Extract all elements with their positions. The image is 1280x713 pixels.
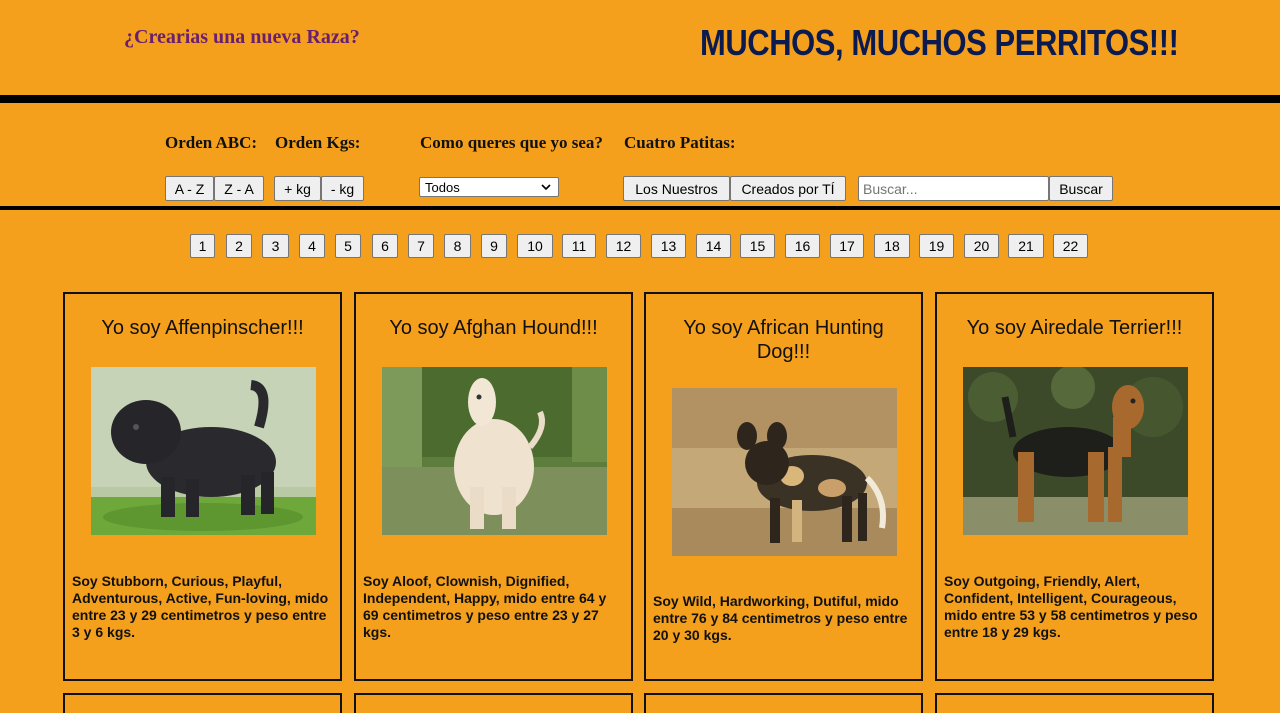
page-button[interactable]: 8 <box>444 234 471 258</box>
page-button[interactable]: 14 <box>696 234 731 258</box>
header-divider <box>0 95 1280 103</box>
breed-card-title: Yo soy Afghan Hound!!! <box>389 317 598 339</box>
order-kg-label: Orden Kgs: <box>275 133 361 152</box>
breed-card-description: Soy Aloof, Clownish, Dignified, Independ… <box>363 573 607 640</box>
filters-divider <box>0 206 1280 210</box>
breed-photo <box>382 367 607 535</box>
page-button[interactable]: 13 <box>651 234 686 258</box>
breed-card[interactable] <box>354 693 633 713</box>
page-button[interactable]: 12 <box>606 234 641 258</box>
page-button[interactable]: 10 <box>517 234 553 258</box>
create-breed-link[interactable]: ¿Crearias una nueva Raza? <box>124 26 360 49</box>
page-button[interactable]: 15 <box>740 234 775 258</box>
page-button[interactable]: 22 <box>1053 234 1088 258</box>
breed-card[interactable] <box>644 693 923 713</box>
breed-card-description: Soy Stubborn, Curious, Playful, Adventur… <box>72 573 329 640</box>
page-button[interactable]: 2 <box>226 234 252 258</box>
page-button[interactable]: 7 <box>408 234 434 258</box>
breed-card[interactable]: Yo soy Afghan Hound!!! Soy Aloof, Clowni… <box>354 292 633 681</box>
sort-za-button[interactable]: Z - A <box>214 176 264 201</box>
chevron-down-icon <box>541 184 551 191</box>
header: ¿Crearias una nueva Raza? MUCHOS, MUCHOS… <box>0 0 1280 95</box>
page-button[interactable]: 18 <box>874 234 910 258</box>
breed-photo <box>672 388 897 556</box>
temperament-label: Como queres que yo sea? <box>420 133 603 152</box>
breed-card[interactable] <box>63 693 342 713</box>
sort-weight-asc-button[interactable]: - kg <box>321 176 364 201</box>
site-title: MUCHOS, MUCHOS PERRITOS!!! <box>700 22 1179 63</box>
breed-card-title: Yo soy Airedale Terrier!!! <box>966 317 1183 339</box>
search-input[interactable] <box>858 176 1049 201</box>
filter-created-button[interactable]: Creados por TÍ <box>730 176 846 201</box>
origin-label: Cuatro Patitas: <box>624 133 736 152</box>
temperament-select[interactable]: Todos <box>419 177 559 197</box>
page-button[interactable]: 6 <box>372 234 398 258</box>
page-button[interactable]: 21 <box>1008 234 1044 258</box>
order-abc-label: Orden ABC: <box>165 133 258 152</box>
page-button[interactable]: 4 <box>299 234 325 258</box>
breed-photo <box>91 367 316 535</box>
sort-az-button[interactable]: A - Z <box>165 176 214 201</box>
breed-card[interactable]: Yo soy Airedale Terrier!!! Soy Outgoing,… <box>935 292 1214 681</box>
page-button[interactable]: 16 <box>785 234 820 258</box>
breed-photo <box>963 367 1188 535</box>
page-button[interactable]: 3 <box>262 234 289 258</box>
breed-card-description: Soy Outgoing, Friendly, Alert, Confident… <box>944 573 1198 640</box>
breed-card-title: Yo soy Affenpinscher!!! <box>101 317 304 339</box>
breed-card-description: Soy Wild, Hardworking, Dutiful, mido ent… <box>653 593 908 643</box>
page-button[interactable]: 19 <box>919 234 954 258</box>
temperament-select-value: Todos <box>425 179 460 195</box>
search-button[interactable]: Buscar <box>1049 176 1113 201</box>
breed-card-title: Yo soy African Hunting Dog!!! <box>683 317 884 363</box>
page-button[interactable]: 20 <box>964 234 999 258</box>
page-button[interactable]: 1 <box>190 234 215 258</box>
sort-weight-desc-button[interactable]: + kg <box>274 176 321 201</box>
breed-card[interactable]: Yo soy Affenpinscher!!! Soy Stubborn, Cu… <box>63 292 342 681</box>
page-button[interactable]: 5 <box>335 234 361 258</box>
breed-card[interactable]: Yo soy African Hunting Dog!!! Soy Wild, … <box>644 292 923 681</box>
page-button[interactable]: 9 <box>481 234 507 258</box>
breed-card[interactable] <box>935 693 1214 713</box>
page-button[interactable]: 11 <box>562 234 596 258</box>
page-button[interactable]: 17 <box>830 234 864 258</box>
filter-ours-button[interactable]: Los Nuestros <box>623 176 730 201</box>
